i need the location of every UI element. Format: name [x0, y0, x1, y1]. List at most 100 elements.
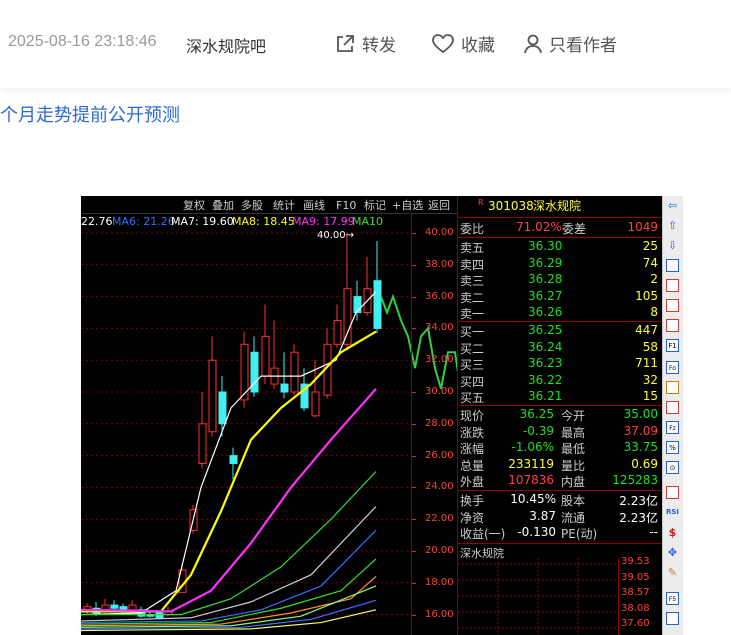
order-row: 卖二 36.27 105: [458, 289, 662, 306]
order-row: 卖三 36.28 2: [458, 272, 662, 289]
axis-tick: [412, 487, 416, 489]
candle-body: [128, 604, 137, 611]
order-volume: 8: [650, 305, 658, 319]
dollar-icon[interactable]: $: [666, 526, 679, 539]
axis-tick: [412, 551, 416, 552]
stat-cell: 内盘: [561, 475, 586, 489]
stat-cell: 最低: [561, 442, 586, 456]
post-timestamp: 2025-08-16 23:18:46: [8, 33, 157, 50]
stat-cell: 233119: [508, 456, 554, 471]
axis-tick: [412, 296, 416, 298]
f10-icon[interactable]: Fo: [666, 361, 679, 374]
post-title-link[interactable]: 个月走势提前公开预测: [0, 101, 180, 127]
share-icon: [337, 34, 354, 52]
order-price: 36.21: [528, 389, 563, 403]
axis-tick: [412, 233, 416, 234]
move-icon[interactable]: ✥: [666, 546, 679, 559]
arrow-down-icon[interactable]: ⇩: [666, 239, 679, 252]
candle-body: [198, 423, 207, 465]
arrow-left-icon[interactable]: ⇦: [666, 199, 679, 212]
order-volume: 711: [635, 356, 658, 370]
analysis-icon[interactable]: [666, 486, 679, 499]
axis-tick: [412, 519, 416, 521]
favorite-button[interactable]: 收藏: [431, 31, 495, 56]
stat-cell: 涨幅: [460, 442, 485, 456]
grid-icon[interactable]: [666, 259, 679, 272]
price-axis-label: 26.00: [425, 449, 454, 461]
r-badge: R: [478, 198, 484, 207]
stat-cell: 总量: [460, 458, 485, 473]
user-icon: [524, 34, 542, 53]
stat-cell: 2.23亿: [619, 510, 658, 525]
axis-tick: [412, 582, 416, 584]
mini-axis-separator: [618, 558, 619, 635]
order-row: 买三 36.23 711: [458, 356, 662, 373]
candle-body: [311, 391, 320, 417]
order-price: 36.28: [528, 272, 563, 286]
order-level: 买三: [460, 358, 485, 372]
axis-tick: [412, 423, 416, 425]
mini-chart-grid: [458, 558, 618, 635]
stat-cell: -0.39: [522, 423, 554, 438]
stat-cell: 涨跌: [460, 425, 485, 440]
weicha-value: 1049: [627, 220, 658, 234]
stat-row: 净资 3.87 流通 2.23亿: [458, 509, 662, 526]
order-volume: 25: [642, 239, 658, 253]
target-icon[interactable]: ⊙: [666, 461, 679, 474]
price-axis-label: 36.00: [425, 290, 454, 302]
share-button[interactable]: 转发: [334, 31, 396, 56]
mini-axis-label: 38.08: [621, 602, 650, 614]
quote-separator-6: [458, 543, 662, 544]
rsi-icon[interactable]: RSI: [666, 506, 679, 519]
stock-header: R 301038 深水规院: [458, 196, 662, 216]
chart-icon[interactable]: [666, 381, 679, 394]
pencil-icon[interactable]: ✎: [666, 566, 679, 579]
order-price: 36.22: [528, 372, 563, 387]
order-row: 买四 36.22 32: [458, 373, 662, 390]
candle-body: [373, 280, 382, 329]
forum-name-link[interactable]: 深水规院吧: [186, 33, 266, 57]
f5-icon[interactable]: F5: [666, 592, 679, 605]
candle-body: [261, 335, 270, 377]
stat-cell: 35.00: [623, 407, 658, 421]
table-icon[interactable]: [666, 279, 679, 292]
quote-separator-4: [458, 405, 662, 406]
order-price: 36.30: [528, 239, 563, 253]
favorite-label: 收藏: [461, 36, 495, 56]
order-level: 卖五: [460, 241, 485, 255]
price-axis: 40.00 38.00 36.00 34.00 32.00 30.00 28.00 26.00…: [412, 196, 457, 635]
f2-icon[interactable]: Fz: [666, 421, 679, 434]
stat-cell: 3.87: [529, 508, 556, 523]
report-icon[interactable]: [666, 401, 679, 414]
f1-icon[interactable]: F1: [666, 339, 679, 352]
order-row: 卖五 36.30 25: [458, 239, 662, 256]
mini-axis-label: 37.60: [621, 618, 650, 629]
stat-cell: PE(动): [561, 527, 598, 541]
line-chart-icon[interactable]: [666, 299, 679, 312]
author-only-button[interactable]: 只看作者: [523, 31, 617, 56]
price-axis-label: 34.00: [425, 322, 454, 334]
price-axis-label: 18.00: [425, 576, 454, 588]
arrow-up-icon[interactable]: ⇧: [666, 219, 679, 232]
stat-cell: 今开: [561, 409, 586, 423]
author-only-label: 只看作者: [549, 36, 617, 56]
candle-body: [280, 383, 289, 393]
share-label: 转发: [362, 36, 396, 56]
axis-tick: [412, 455, 416, 457]
stat-cell: --: [649, 525, 658, 539]
stat-cell: 最高: [561, 425, 586, 440]
stat-cell: 37.09: [623, 423, 658, 438]
order-price: 36.26: [528, 305, 563, 319]
ma-line: [81, 291, 377, 616]
stat-cell: 107836: [508, 473, 554, 487]
image-icon[interactable]: [666, 612, 679, 625]
order-level: 买四: [460, 374, 485, 389]
stat-row: 涨跌 -0.39 最高 37.09: [458, 424, 662, 441]
stat-cell: 净资: [460, 510, 485, 525]
price-axis-label: 40.00: [425, 227, 454, 238]
quote-separator-1: [458, 217, 662, 218]
axis-tick: [412, 264, 416, 266]
candle-icon[interactable]: [666, 319, 679, 332]
stat-row: 现价 36.25 今开 35.00: [458, 407, 662, 424]
clock-icon[interactable]: %: [666, 441, 679, 454]
